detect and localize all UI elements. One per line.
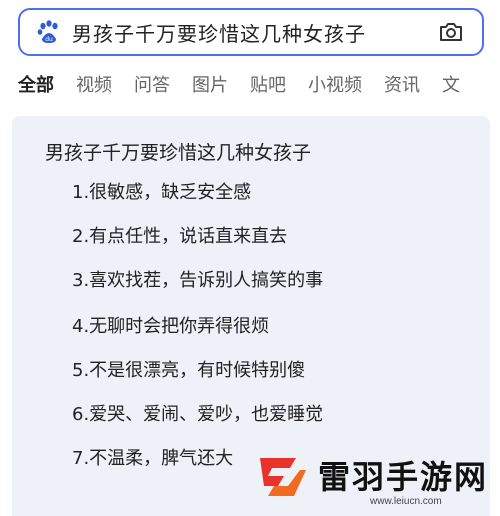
tab-video[interactable]: 视频: [76, 71, 112, 97]
list-item: 3.喜欢找茬，告诉别人搞笑的事: [72, 270, 324, 291]
list-item: 4.无聊时会把你弄得很烦: [72, 316, 270, 337]
answer-title: 男孩子千万要珍惜这几种女孩子: [45, 142, 312, 164]
search-input[interactable]: 男孩子千万要珍惜这几种女孩子: [72, 18, 438, 47]
baidu-paw-icon: du: [37, 20, 58, 43]
list-item: 2.有点任性，说话直来直去: [72, 226, 288, 247]
tab-tieba[interactable]: 贴吧: [250, 71, 286, 97]
camera-icon[interactable]: [438, 19, 464, 45]
list-item: 7.不温柔，脾气还大: [72, 448, 234, 469]
watermark: 雷羽手游网 www.leiucn.com: [250, 440, 498, 512]
svg-text:du: du: [45, 36, 53, 43]
watermark-url: www.leiucn.com: [370, 496, 442, 507]
list-item: 5.不是很漂亮，有时候特别傻: [72, 360, 306, 381]
tab-qa[interactable]: 问答: [134, 71, 170, 97]
tab-news[interactable]: 资讯: [384, 71, 420, 97]
tab-all[interactable]: 全部: [18, 71, 54, 97]
tab-short-video[interactable]: 小视频: [308, 71, 362, 97]
list-item: 6.爱哭、爱闹、爱吵，也爱睡觉: [72, 404, 324, 425]
watermark-name: 雷羽手游网: [318, 458, 489, 496]
tab-bar: 全部 视频 问答 图片 贴吧 小视频 资讯 文: [0, 62, 500, 106]
tab-more[interactable]: 文: [442, 71, 460, 97]
tab-images[interactable]: 图片: [192, 71, 228, 97]
site-logo-icon: [260, 458, 306, 496]
list-item: 1.很敏感，缺乏安全感: [72, 182, 252, 203]
search-bar[interactable]: du 男孩子千万要珍惜这几种女孩子: [18, 8, 484, 56]
